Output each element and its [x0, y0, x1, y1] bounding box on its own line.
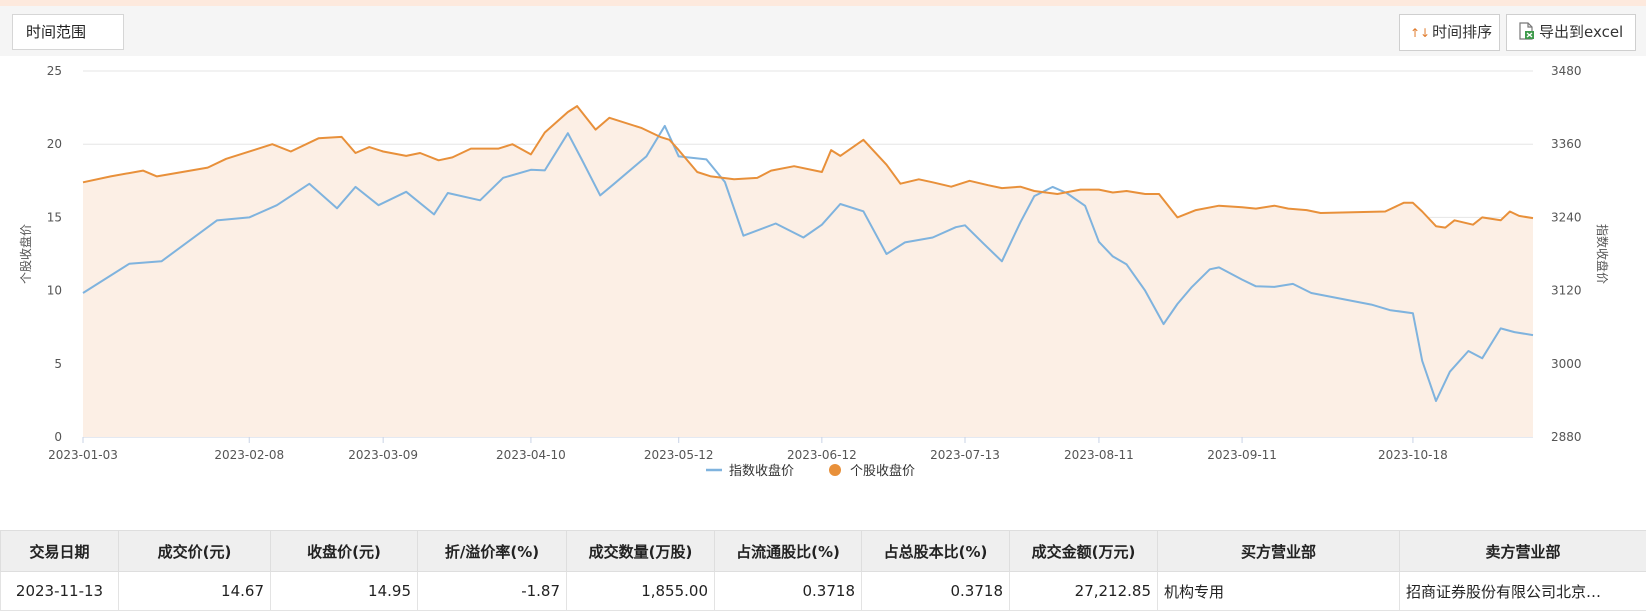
cell-amount: 27,212.85 [1009, 571, 1158, 611]
left-tick-label: 25 [47, 64, 62, 78]
col-total-ratio[interactable]: 占总股本比(%) [861, 530, 1010, 572]
cell-close-price: 14.95 [270, 571, 418, 611]
toolbar: 时间范围 ↑↓ 时间排序 导出到excel [0, 6, 1646, 56]
right-tick-label: 3000 [1551, 357, 1582, 371]
time-range-label: 时间范围 [26, 23, 87, 41]
x-tick-label: 2023-09-11 [1207, 448, 1277, 462]
legend-stock-label: 个股收盘价 [850, 463, 915, 479]
right-tick-label: 3240 [1551, 210, 1582, 224]
col-seller[interactable]: 卖方营业部 [1399, 530, 1646, 572]
sort-arrows-icon: ↑↓ [1410, 26, 1431, 40]
right-tick-label: 3360 [1551, 137, 1582, 151]
export-excel-button[interactable]: 导出到excel [1506, 14, 1636, 51]
x-tick-label: 2023-05-12 [644, 448, 714, 462]
col-close-price[interactable]: 收盘价(元) [270, 530, 418, 572]
x-tick-label: 2023-08-11 [1064, 448, 1134, 462]
left-tick-label: 0 [54, 430, 62, 444]
stock-area-fill [83, 106, 1533, 437]
col-trade-date[interactable]: 交易日期 [0, 530, 119, 572]
col-premium-rate[interactable]: 折/溢价率(%) [417, 530, 567, 572]
x-tick-label: 2023-07-13 [930, 448, 1000, 462]
export-excel-label: 导出到excel [1539, 23, 1624, 41]
trade-table: 交易日期 成交价(元) 收盘价(元) 折/溢价率(%) 成交数量(万股) 占流通… [0, 530, 1646, 611]
cell-buyer: 机构专用 [1157, 571, 1400, 611]
cell-seller: 招商证券股份有限公司北京… [1399, 571, 1646, 611]
right-tick-label: 2880 [1551, 430, 1582, 444]
x-tick-label: 2023-04-10 [496, 448, 566, 462]
x-tick-label: 2023-06-12 [787, 448, 857, 462]
excel-icon [1517, 18, 1535, 53]
cell-premium-rate: -1.87 [417, 571, 567, 611]
time-sort-button[interactable]: ↑↓ 时间排序 [1399, 14, 1500, 51]
right-tick-label: 3120 [1551, 284, 1582, 298]
left-tick-label: 20 [47, 137, 62, 151]
cell-volume: 1,855.00 [566, 571, 715, 611]
x-tick-label: 2023-03-09 [348, 448, 418, 462]
left-axis-title: 个股收盘价 [18, 224, 33, 284]
table-row: 2023-11-13 14.67 14.95 -1.87 1,855.00 0.… [0, 571, 1646, 611]
legend-index-label: 指数收盘价 [729, 463, 794, 479]
left-tick-label: 10 [47, 284, 62, 298]
table-header-row: 交易日期 成交价(元) 收盘价(元) 折/溢价率(%) 成交数量(万股) 占流通… [0, 530, 1646, 572]
right-axis-title: 指数收盘价 [1595, 224, 1610, 284]
cell-float-ratio: 0.3718 [714, 571, 862, 611]
x-tick-label: 2023-01-03 [48, 448, 118, 462]
right-tick-label: 3480 [1551, 64, 1582, 78]
col-float-ratio[interactable]: 占流通股比(%) [714, 530, 862, 572]
time-sort-label: 时间排序 [1432, 23, 1493, 41]
col-volume[interactable]: 成交数量(万股) [566, 530, 715, 572]
col-deal-price[interactable]: 成交价(元) [118, 530, 271, 572]
left-tick-label: 15 [47, 210, 62, 224]
col-amount[interactable]: 成交金额(万元) [1009, 530, 1158, 572]
x-tick-label: 2023-02-08 [214, 448, 284, 462]
legend-stock-swatch [829, 464, 841, 476]
chart-area-fill [83, 106, 1533, 437]
col-buyer[interactable]: 买方营业部 [1157, 530, 1400, 572]
cell-total-ratio: 0.3718 [861, 571, 1010, 611]
cell-deal-price: 14.67 [118, 571, 271, 611]
x-tick-label: 2023-10-18 [1378, 448, 1448, 462]
cell-trade-date: 2023-11-13 [0, 571, 119, 611]
left-tick-label: 5 [54, 357, 62, 371]
time-range-button[interactable]: 时间范围 [12, 14, 124, 50]
price-chart: 0 2880 5 3000 10 3120 15 3240 20 3360 25 3480 2023-0… [18, 64, 1610, 479]
chart-legend: 指数收盘价 个股收盘价 [706, 463, 915, 479]
